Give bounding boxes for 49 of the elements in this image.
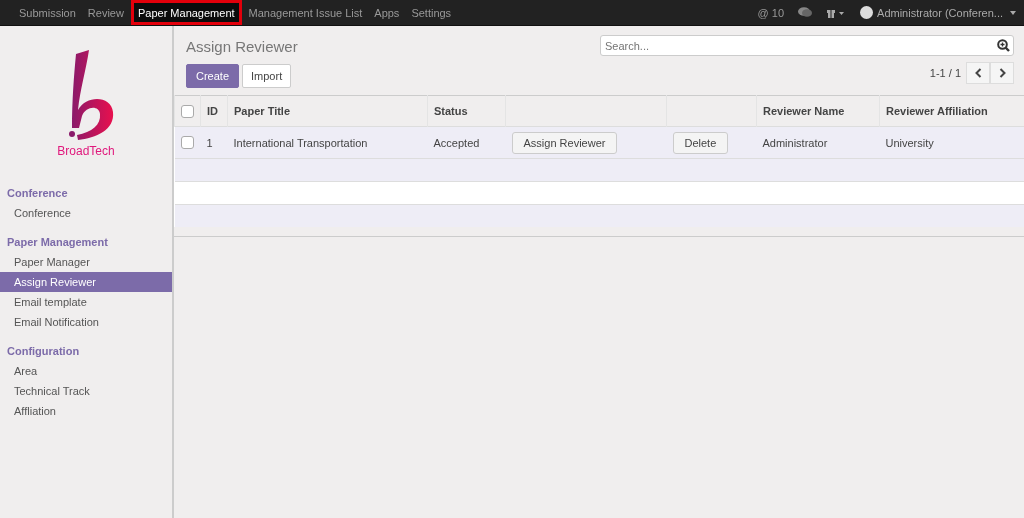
previous-button[interactable] [966,62,990,84]
table-cell: Administrator [762,136,828,149]
avatar-icon [860,6,874,19]
sidebar-section-title: Conference [6,186,69,201]
mentions-counter[interactable]: @ 10 [757,6,785,19]
logo-text: BroadTech [57,144,115,158]
import-button[interactable]: Import [242,64,292,88]
search-field[interactable]: Search... [600,35,1014,56]
user-menu[interactable]: Administrator (Conferen... [860,6,1016,19]
column-header: Status [434,105,468,117]
table-cell: International Transportation [233,136,368,149]
sidebar-section-title: Configuration [6,344,81,359]
top-menu-item[interactable]: Review [81,0,130,25]
top-menu-item[interactable]: Paper Management [130,0,242,25]
table-cell: 1 [206,136,213,149]
top-menu-item[interactable]: Management Issue List [242,0,369,25]
page-title: Assign Reviewer [186,38,298,55]
column-header: Paper Title [234,105,291,117]
sidebar-item[interactable]: Paper Manager [0,252,172,272]
sidebar-item[interactable]: Conference [0,203,172,223]
column-header: Reviewer Affiliation [886,105,988,117]
top-menu-item[interactable]: Apps [368,0,406,25]
sidebar-item[interactable]: Email template [0,292,172,312]
chevron-left-icon [974,68,982,78]
user-name: Administrator (Conferen... [877,6,1003,19]
sidebar-item[interactable]: Area [0,361,172,381]
sidebar-item[interactable]: Assign Reviewer [0,272,172,292]
sidebar-item[interactable]: Technical Track [0,381,172,401]
pager-count: 1-1 / 1 [929,67,961,79]
sidebar-item[interactable]: Email Notification [0,312,172,332]
chat-icon[interactable] [798,7,813,18]
sidebar-section-title: Paper Management [6,235,109,250]
assign-reviewer-button[interactable]: Assign Reviewer [511,131,618,154]
top-menu-item[interactable]: Settings [405,0,458,25]
caret-icon [1010,10,1016,15]
chevron-right-icon [998,68,1006,78]
next-button[interactable] [990,62,1014,84]
select-all-checkbox[interactable] [181,104,194,118]
sidebar-item[interactable]: Affliation [0,401,172,421]
delete-button[interactable]: Delete [672,131,729,154]
column-header: Reviewer Name [763,105,845,117]
top-menu-item[interactable]: Submission [13,0,82,25]
table-cell: University [885,136,934,149]
search-icon[interactable] [997,39,1010,52]
column-header: ID [207,105,218,117]
row-checkbox[interactable] [180,136,194,150]
create-button[interactable]: Create [186,64,240,88]
table-cell: Accepted [433,136,480,149]
gift-dropdown-icon[interactable] [826,7,847,18]
